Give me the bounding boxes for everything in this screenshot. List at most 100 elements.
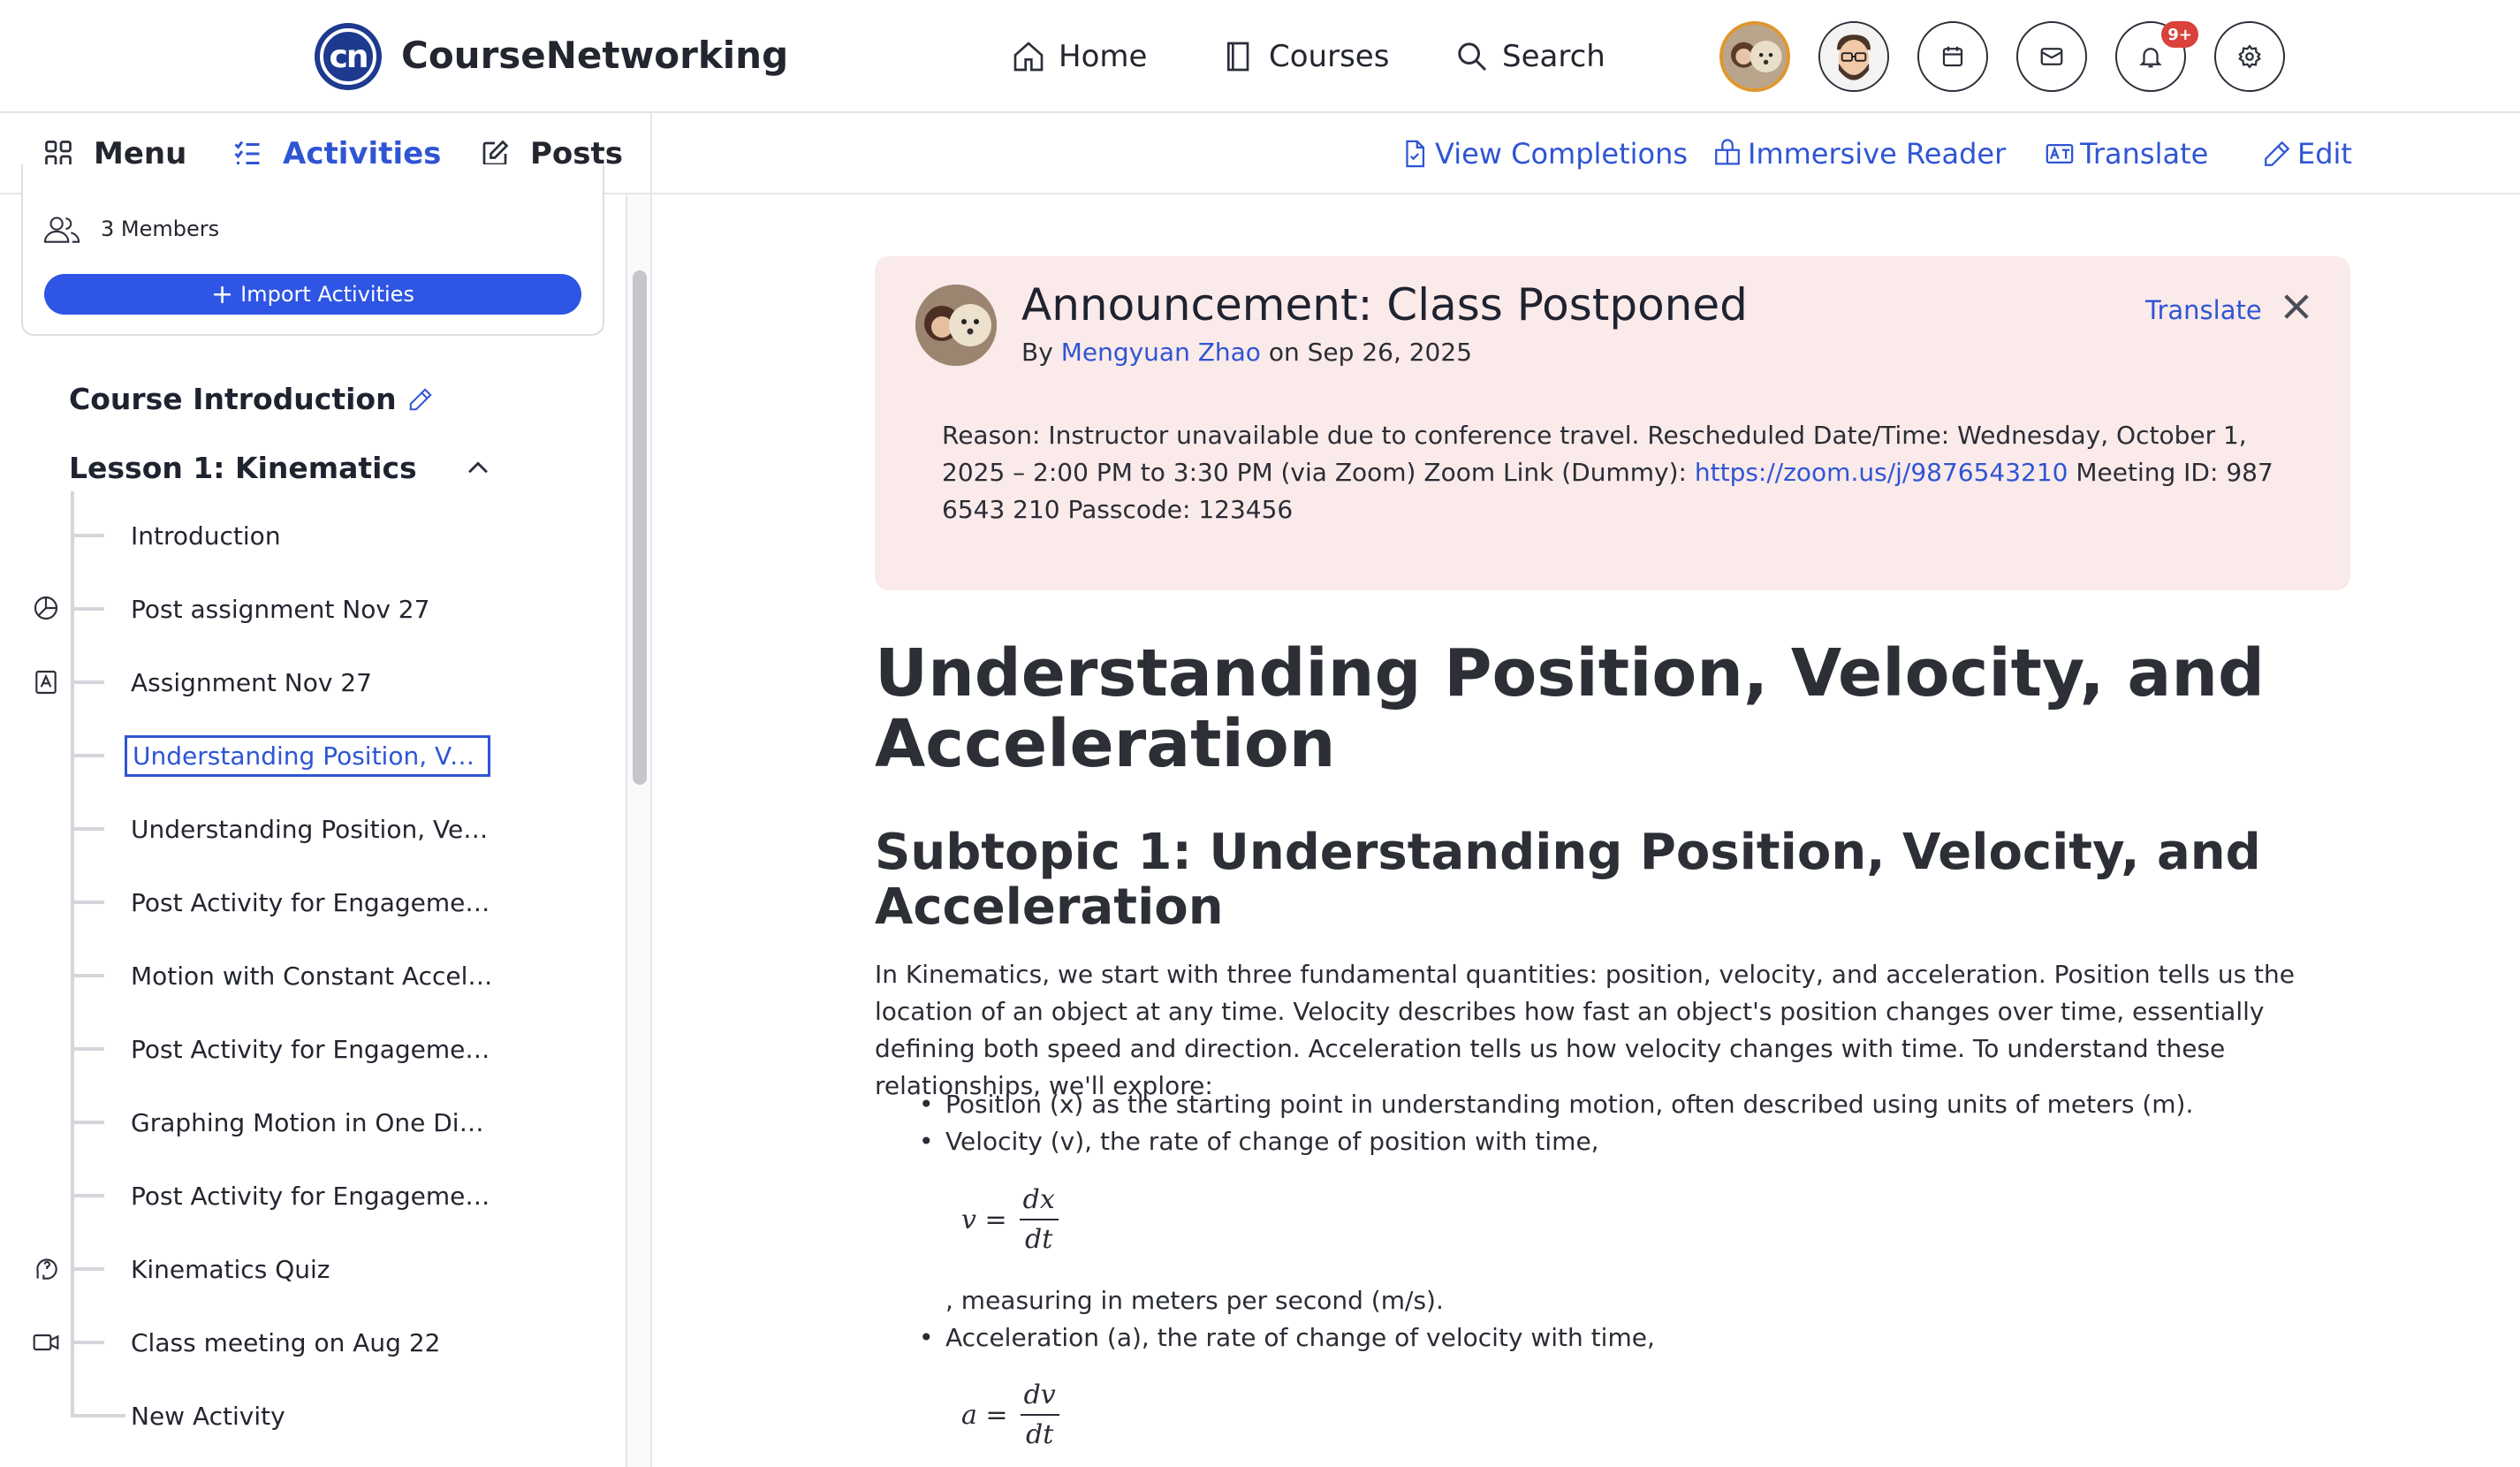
- sidebar-item-post-activity-2[interactable]: Post Activity for Engagement:...: [74, 1022, 516, 1076]
- sidebar-item-understanding-position-selected[interactable]: Understanding Position, Vel...: [74, 729, 516, 782]
- translate-icon: [2046, 143, 2074, 164]
- pencil-icon: [2265, 141, 2290, 166]
- avatar-cartoon-icon: [1820, 23, 1887, 90]
- announcement-date: Sep 26, 2025: [1307, 338, 1473, 367]
- subtopic-title: Subtopic 1: Understanding Position, Velo…: [875, 824, 2261, 936]
- sidebar-item-label: Post Activity for Engagement:...: [131, 1181, 495, 1211]
- messages-button[interactable]: [2016, 21, 2087, 92]
- users-icon: [43, 217, 80, 243]
- import-activities-label: Import Activities: [240, 282, 414, 307]
- bullet-text: Acceleration (a), the rate of change of …: [945, 1323, 1655, 1352]
- coursenetworking-logo[interactable]: cn: [315, 23, 382, 90]
- sidebar-item-graphing-motion[interactable]: Graphing Motion in One Dim...: [74, 1096, 516, 1149]
- nav-search[interactable]: Search: [1454, 32, 1605, 81]
- calendar-icon: [1942, 46, 1963, 67]
- immersive-reader-label: Immersive Reader: [1748, 137, 2007, 171]
- sidebar-item-kinematics-quiz[interactable]: Kinematics Quiz: [74, 1243, 516, 1296]
- sidebar-item-post-assignment[interactable]: Post assignment Nov 27: [74, 582, 516, 635]
- nav-search-label: Search: [1502, 39, 1605, 74]
- edit-button[interactable]: Edit: [2262, 133, 2352, 175]
- course-introduction-label: Course Introduction: [69, 382, 397, 416]
- pie-chart-icon: [34, 596, 58, 620]
- lesson-1-label: Lesson 1: Kinematics: [69, 451, 417, 485]
- user-avatar-photo[interactable]: [1719, 21, 1790, 92]
- import-activities-button[interactable]: + Import Activities: [44, 274, 581, 315]
- formula-lhs: a =: [961, 1399, 1008, 1431]
- sidebar-item-label: Kinematics Quiz: [131, 1254, 330, 1284]
- sidebar-scroll-thumb[interactable]: [633, 270, 647, 785]
- translate-page-label: Translate: [2080, 137, 2209, 171]
- user-avatar-cartoon[interactable]: [1818, 21, 1889, 92]
- home-icon: [1013, 42, 1044, 72]
- bullet-acceleration: Acceleration (a), the rate of change of …: [919, 1319, 1655, 1357]
- bullet-velocity: Velocity (v), the rate of change of posi…: [919, 1123, 1599, 1160]
- formula-numerator: dx: [1019, 1184, 1059, 1220]
- bullet-text: Position (x) as the starting point in un…: [945, 1090, 2194, 1119]
- velocity-units-text: , measuring in meters per second (m/s).: [945, 1286, 1444, 1315]
- formula-denominator: dt: [1026, 1419, 1054, 1450]
- formula-denominator: dt: [1025, 1224, 1053, 1255]
- sidebar-item-label: Understanding Position, Velo...: [131, 814, 495, 844]
- sidebar-item-label: Post Activity for Engagement:...: [131, 1034, 495, 1064]
- sidebar-item-understanding-position[interactable]: Understanding Position, Velo...: [74, 802, 516, 855]
- edit-label: Edit: [2297, 137, 2352, 171]
- sidebar-item-motion-constant-acceleration[interactable]: Motion with Constant Acceler...: [74, 949, 516, 1002]
- immersive-reader-button[interactable]: Immersive Reader: [1712, 133, 2006, 175]
- sidebar-item-post-activity-1[interactable]: Post Activity for Engagement:...: [74, 876, 516, 929]
- video-icon: [33, 1334, 59, 1351]
- announcement-title: Announcement: Class Postponed: [1021, 279, 1748, 331]
- zoom-link[interactable]: https://zoom.us/j/9876543210: [1695, 458, 2068, 487]
- nav-home-label: Home: [1059, 39, 1148, 74]
- author-photo-icon: [915, 285, 997, 366]
- logo-mark: cn: [320, 28, 376, 85]
- reader-icon: [1715, 139, 1740, 165]
- sidebar-item-label: New Activity: [131, 1401, 285, 1431]
- announcement-author-link[interactable]: Mengyuan Zhao: [1061, 338, 1261, 367]
- announcement-author-avatar[interactable]: [915, 285, 997, 366]
- sidebar-item-label: Post Activity for Engagement:...: [131, 887, 495, 917]
- sidebar-item-label: Post assignment Nov 27: [131, 594, 430, 624]
- pencil-icon[interactable]: [407, 386, 434, 413]
- calendar-button[interactable]: [1917, 21, 1988, 92]
- quiz-icon: [36, 1258, 57, 1280]
- sidebar-item-label: Class meeting on Aug 22: [131, 1327, 441, 1357]
- sidebar-item-label: Introduction: [131, 521, 281, 551]
- book-icon: [1227, 42, 1249, 72]
- intro-paragraph: In Kinematics, we start with three funda…: [875, 960, 2296, 1100]
- announcement-body: Reason: Instructor unavailable due to co…: [942, 417, 2285, 528]
- avatar-photo-icon: [1723, 25, 1787, 88]
- translate-page-button[interactable]: Translate: [2045, 133, 2208, 175]
- sidebar-item-new-activity[interactable]: New Activity: [74, 1389, 516, 1442]
- course-introduction-link[interactable]: Course Introduction: [69, 382, 434, 416]
- bell-icon: [2139, 48, 2162, 68]
- subnav-divider: [650, 113, 652, 194]
- sidebar-item-label: Assignment Nov 27: [131, 667, 372, 697]
- bullet-text: Velocity (v), the rate of change of posi…: [945, 1127, 1599, 1156]
- formula-fraction: dx dt: [1019, 1184, 1059, 1255]
- sidebar-item-class-meeting[interactable]: Class meeting on Aug 22: [74, 1316, 516, 1369]
- brand-name[interactable]: CourseNetworking: [401, 34, 788, 77]
- close-icon[interactable]: [2278, 288, 2315, 325]
- byline-date-prefix: on: [1268, 338, 1300, 367]
- members-count[interactable]: 3 Members: [42, 214, 219, 244]
- nav-home[interactable]: Home: [1011, 32, 1147, 81]
- byline-prefix: By: [1021, 338, 1053, 367]
- sidebar-item-introduction[interactable]: Introduction: [74, 509, 516, 562]
- lesson-1-header[interactable]: Lesson 1: Kinematics: [69, 451, 493, 485]
- sidebar-item-label: Understanding Position, Vel...: [125, 734, 490, 777]
- notification-count-badge: 9+: [2161, 21, 2198, 48]
- announcement-translate-link[interactable]: Translate: [2145, 295, 2262, 325]
- nav-courses-label: Courses: [1269, 39, 1390, 74]
- sidebar-item-assignment[interactable]: Assignment Nov 27: [74, 656, 516, 709]
- search-icon: [1458, 42, 1487, 72]
- formula-numerator: dv: [1020, 1380, 1059, 1416]
- nav-courses[interactable]: Courses: [1221, 32, 1389, 81]
- settings-button[interactable]: [2214, 21, 2285, 92]
- view-completions-button[interactable]: View Completions: [1400, 133, 1688, 175]
- formula-fraction: dv dt: [1020, 1380, 1059, 1450]
- sidebar-item-post-activity-3[interactable]: Post Activity for Engagement:...: [74, 1169, 516, 1222]
- plus-icon: +: [211, 278, 234, 310]
- gear-icon: [2238, 44, 2261, 69]
- document-check-icon: [1406, 140, 1425, 168]
- chevron-up-icon[interactable]: [463, 453, 493, 483]
